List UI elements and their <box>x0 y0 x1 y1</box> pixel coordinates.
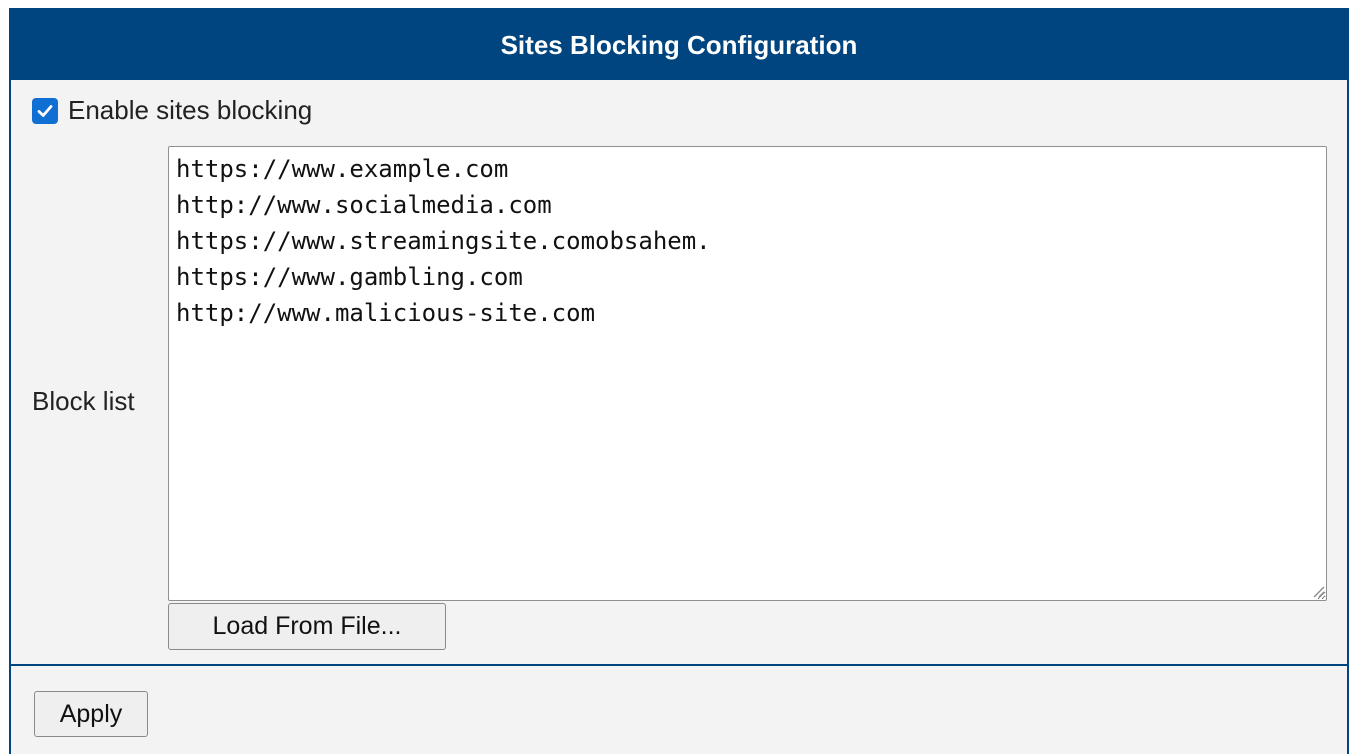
enable-sites-blocking-checkbox[interactable] <box>32 97 58 124</box>
block-list-textarea[interactable]: https://www.example.com http://www.socia… <box>168 146 1327 601</box>
sites-blocking-panel: Sites Blocking Configuration Enable site… <box>9 8 1349 754</box>
block-list-label: Block list <box>32 386 135 416</box>
enable-sites-blocking-label: Enable sites blocking <box>68 95 313 125</box>
divider <box>11 664 1347 666</box>
panel-header: Sites Blocking Configuration <box>11 10 1347 80</box>
enable-sites-blocking-row[interactable]: Enable sites blocking <box>32 95 312 126</box>
apply-button[interactable]: Apply <box>34 691 148 737</box>
panel-title: Sites Blocking Configuration <box>500 29 858 60</box>
load-from-file-button[interactable]: Load From File... <box>168 603 446 650</box>
checkmark-icon <box>37 104 53 117</box>
